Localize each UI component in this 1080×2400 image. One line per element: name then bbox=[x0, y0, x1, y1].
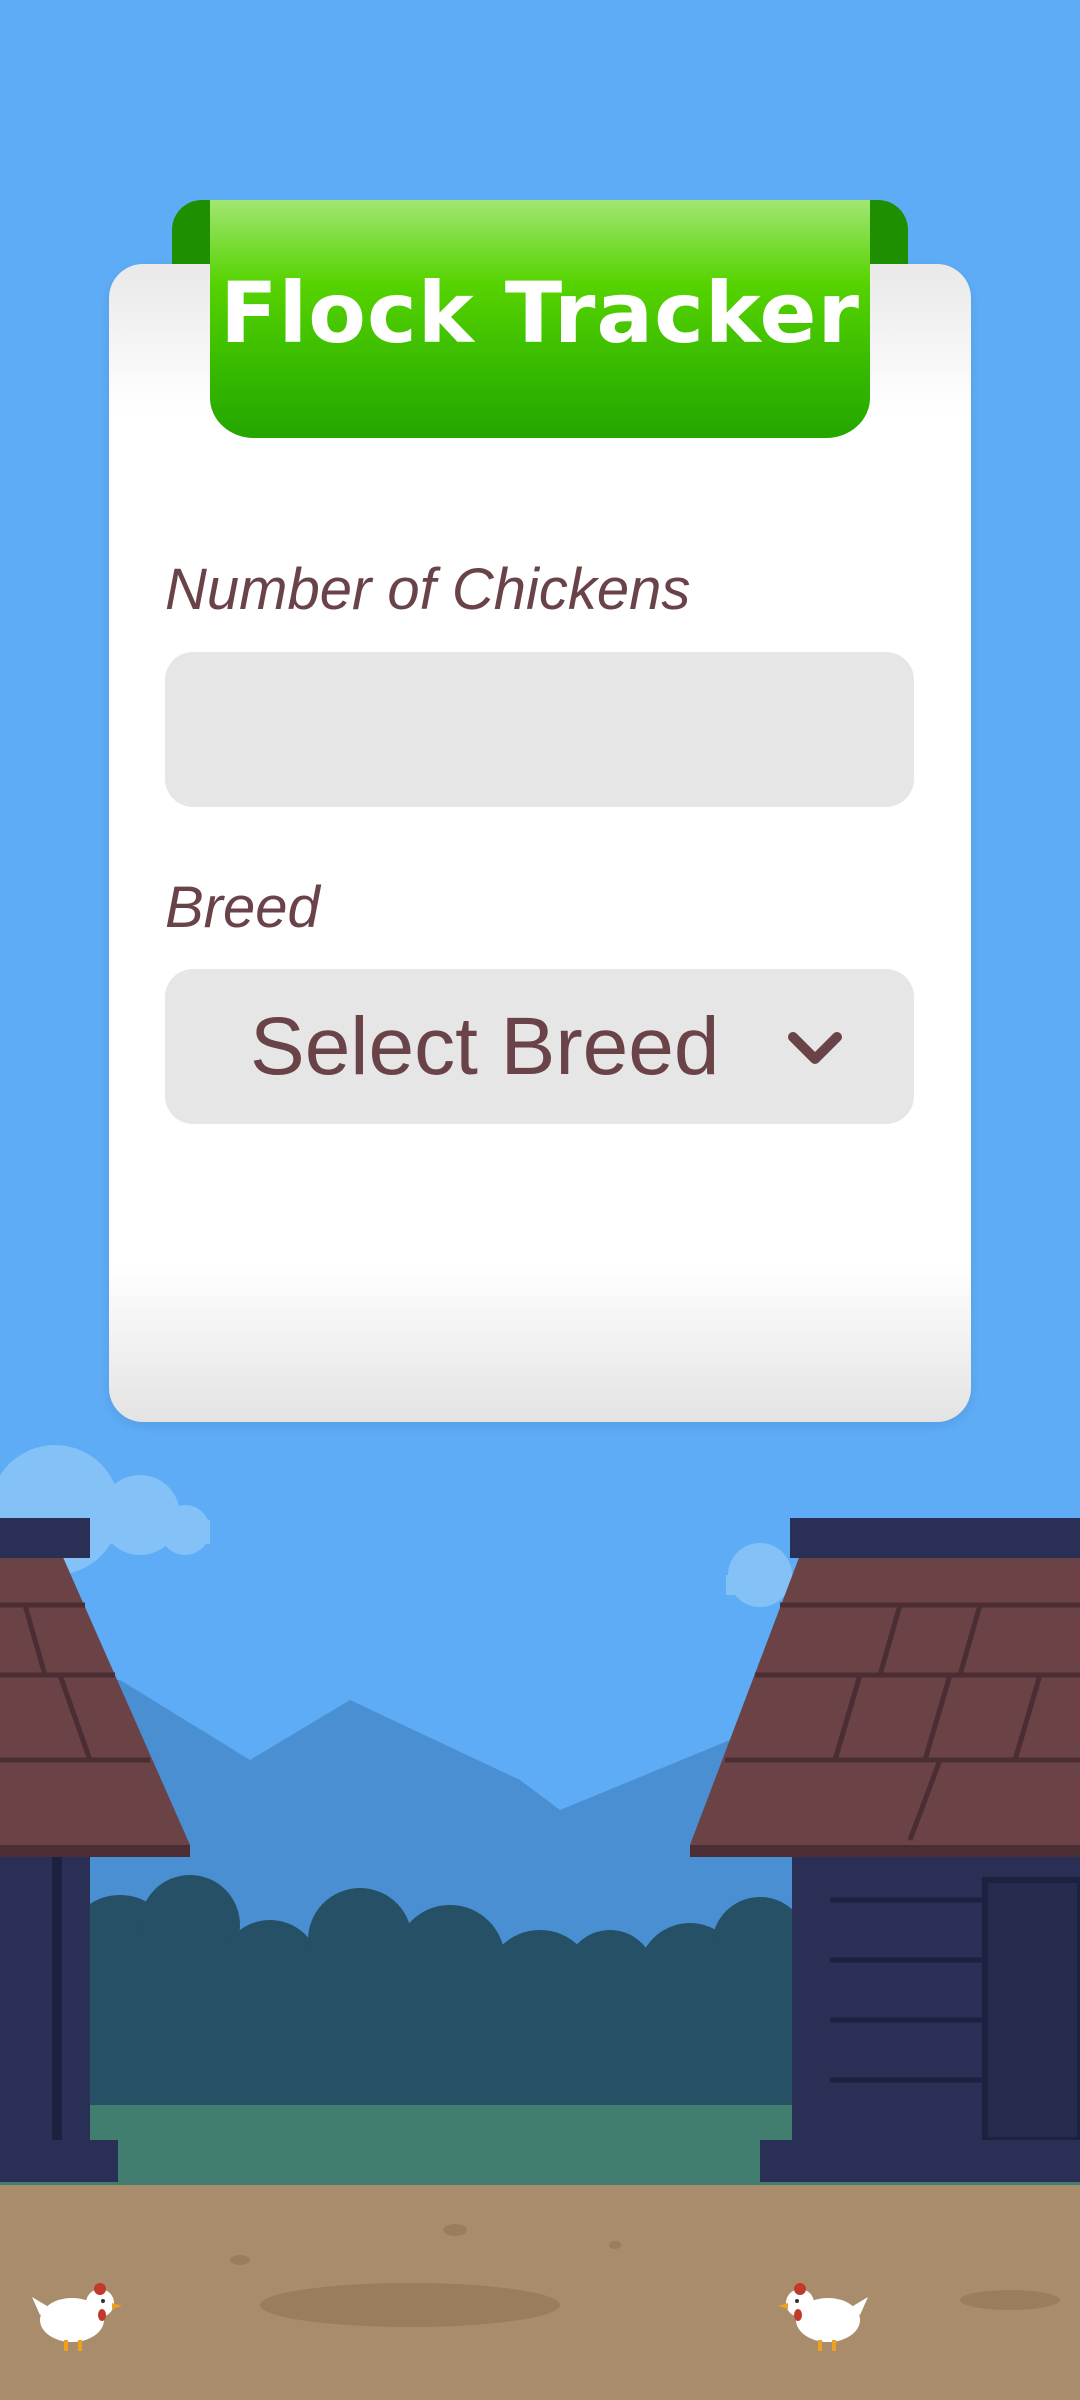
breed-select[interactable]: Select Breed bbox=[165, 969, 914, 1124]
chickens-count-input[interactable] bbox=[165, 652, 914, 807]
title-ribbon: Flock Tracker bbox=[210, 200, 870, 438]
chicken-icon-right bbox=[778, 2283, 868, 2351]
page-title: Flock Tracker bbox=[220, 264, 860, 362]
chevron-down-icon bbox=[788, 1032, 842, 1064]
breed-label: Breed bbox=[165, 875, 320, 940]
chickens-count-label: Number of Chickens bbox=[165, 557, 691, 622]
breed-select-value: Select Breed bbox=[250, 1001, 720, 1092]
chicken-icon-left bbox=[32, 2283, 122, 2351]
ground bbox=[0, 2185, 1080, 2400]
